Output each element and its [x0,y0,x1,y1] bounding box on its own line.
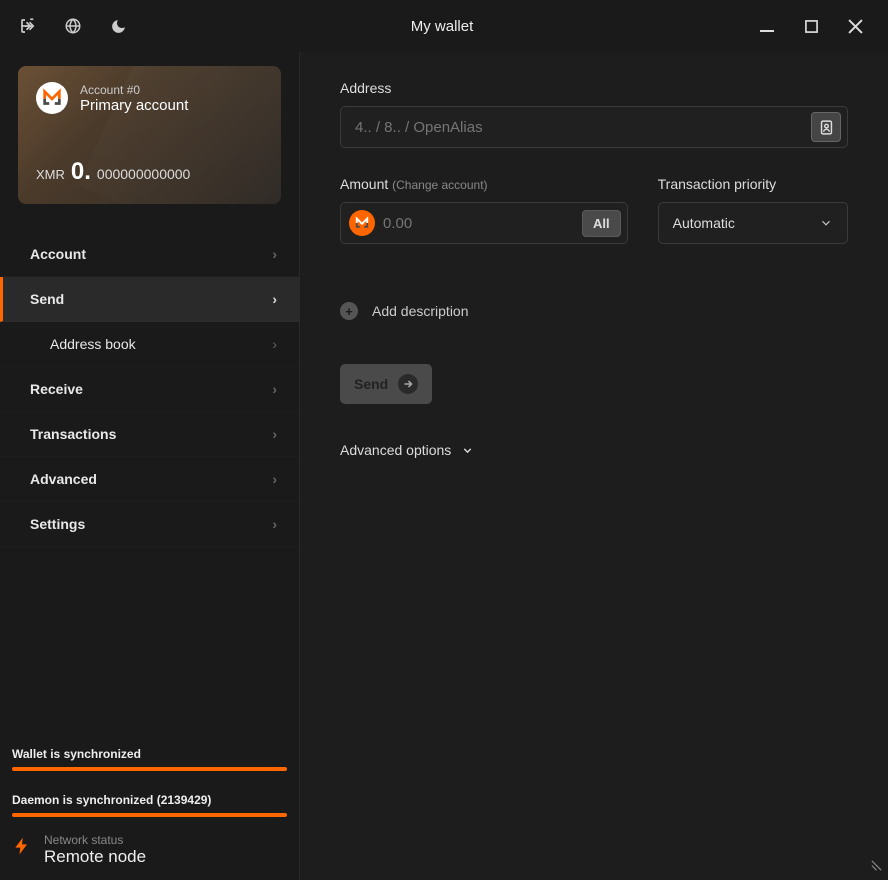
monero-logo-icon [36,82,68,114]
balance-currency: XMR [36,167,65,182]
arrow-right-icon [398,374,418,394]
account-title: Primary account [80,97,188,114]
address-label: Address [340,80,848,96]
chevron-right-icon: › [272,471,277,487]
globe-icon[interactable] [63,16,83,36]
nav-account[interactable]: Account › [0,232,299,277]
nav-label: Receive [30,381,83,397]
address-input[interactable] [355,119,811,136]
nav-settings[interactable]: Settings › [0,502,299,547]
chevron-right-icon: › [272,426,277,442]
priority-select[interactable]: Automatic [658,202,848,244]
chevron-right-icon: › [272,246,277,262]
nav-label: Advanced [30,471,97,487]
window-title: My wallet [128,18,756,35]
daemon-sync-bar [12,813,287,817]
chevron-right-icon: › [272,336,277,352]
amount-all-button[interactable]: All [582,210,621,237]
bolt-icon [12,831,32,868]
logout-icon[interactable] [18,16,38,36]
network-status[interactable]: Network status Remote node [12,831,287,868]
plus-icon: + [340,302,358,320]
send-button-label: Send [354,376,388,392]
advanced-options-label: Advanced options [340,442,451,458]
amount-input[interactable] [383,215,582,232]
chevron-right-icon: › [272,291,277,307]
chevron-down-icon [819,216,833,230]
wallet-sync-bar [12,767,287,771]
account-subtitle: Account #0 [80,83,188,97]
nav-receive[interactable]: Receive › [0,367,299,412]
nav-address-book[interactable]: Address book › [0,322,299,367]
nav-label: Settings [30,516,85,532]
nav-transactions[interactable]: Transactions › [0,412,299,457]
chevron-right-icon: › [272,516,277,532]
send-button[interactable]: Send [340,364,432,404]
nav-send[interactable]: Send › [0,277,299,322]
chevron-right-icon: › [272,381,277,397]
nav-label: Account [30,246,86,262]
minimize-button[interactable] [756,15,778,37]
chevron-down-icon [461,444,474,457]
advanced-options-toggle[interactable]: Advanced options [340,442,848,458]
address-book-button[interactable] [811,112,841,142]
change-account-link[interactable]: (Change account) [392,178,487,192]
nav-label: Transactions [30,426,116,442]
priority-label: Transaction priority [658,176,848,192]
balance-decimals: 000000000000 [97,166,190,182]
account-card[interactable]: Account #0 Primary account XMR 0. 000000… [18,66,281,204]
close-button[interactable] [844,15,866,37]
amount-label: Amount (Change account) [340,176,628,192]
monero-icon [349,210,375,236]
priority-value: Automatic [673,215,735,231]
nav-label: Send [30,291,64,307]
add-description-label: Add description [372,303,469,319]
balance-integer: 0. [71,158,91,186]
maximize-button[interactable] [800,15,822,37]
resize-grip-icon[interactable] [867,859,884,873]
add-description-button[interactable]: + Add description [340,302,848,320]
network-status-label: Network status [44,833,146,847]
moon-icon[interactable] [108,16,128,36]
wallet-sync-label: Wallet is synchronized [12,747,287,761]
network-status-value: Remote node [44,847,146,867]
nav-advanced[interactable]: Advanced › [0,457,299,502]
daemon-sync-label: Daemon is synchronized (2139429) [12,793,287,807]
nav-label: Address book [50,336,136,352]
